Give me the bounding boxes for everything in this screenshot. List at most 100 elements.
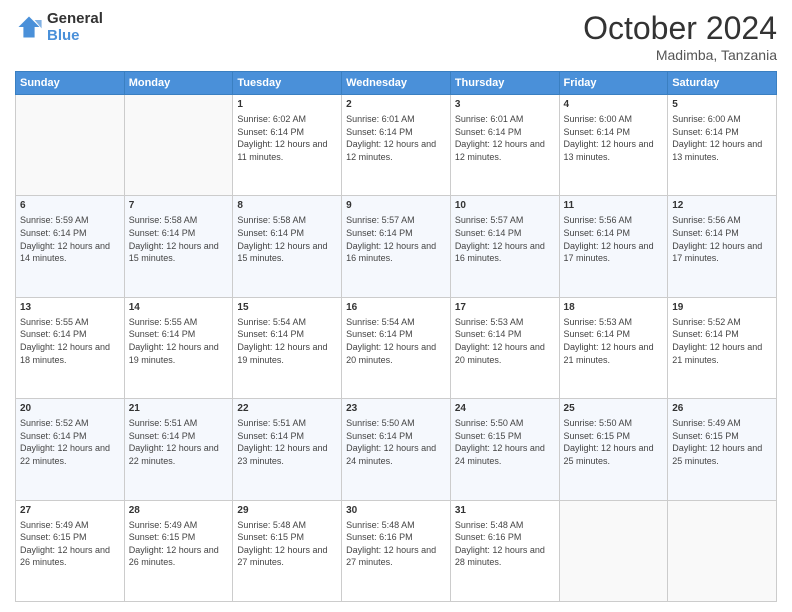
day-info: Sunrise: 5:49 AM <box>20 519 120 532</box>
day-info: Sunrise: 5:50 AM <box>346 417 446 430</box>
day-info: Sunrise: 5:52 AM <box>672 316 772 329</box>
calendar-cell: 4Sunrise: 6:00 AMSunset: 6:14 PMDaylight… <box>559 95 668 196</box>
calendar-cell: 8Sunrise: 5:58 AMSunset: 6:14 PMDaylight… <box>233 196 342 297</box>
calendar-header-sunday: Sunday <box>16 72 125 95</box>
day-info: Daylight: 12 hours and 13 minutes. <box>672 138 772 163</box>
calendar-cell: 30Sunrise: 5:48 AMSunset: 6:16 PMDayligh… <box>342 500 451 601</box>
calendar-cell: 25Sunrise: 5:50 AMSunset: 6:15 PMDayligh… <box>559 399 668 500</box>
day-info: Sunset: 6:14 PM <box>237 430 337 443</box>
day-number: 24 <box>455 402 555 416</box>
day-info: Sunset: 6:16 PM <box>346 531 446 544</box>
day-info: Sunset: 6:15 PM <box>129 531 229 544</box>
day-info: Sunrise: 5:53 AM <box>455 316 555 329</box>
day-info: Daylight: 12 hours and 26 minutes. <box>20 544 120 569</box>
calendar-cell: 17Sunrise: 5:53 AMSunset: 6:14 PMDayligh… <box>450 297 559 398</box>
calendar-cell: 23Sunrise: 5:50 AMSunset: 6:14 PMDayligh… <box>342 399 451 500</box>
calendar-cell: 31Sunrise: 5:48 AMSunset: 6:16 PMDayligh… <box>450 500 559 601</box>
calendar-cell: 22Sunrise: 5:51 AMSunset: 6:14 PMDayligh… <box>233 399 342 500</box>
day-number: 21 <box>129 402 229 416</box>
day-info: Sunset: 6:15 PM <box>237 531 337 544</box>
day-info: Daylight: 12 hours and 24 minutes. <box>346 442 446 467</box>
day-number: 13 <box>20 301 120 315</box>
day-info: Daylight: 12 hours and 23 minutes. <box>237 442 337 467</box>
calendar-cell: 18Sunrise: 5:53 AMSunset: 6:14 PMDayligh… <box>559 297 668 398</box>
location-subtitle: Madimba, Tanzania <box>583 47 777 63</box>
day-info: Sunset: 6:14 PM <box>455 328 555 341</box>
day-info: Sunset: 6:14 PM <box>672 328 772 341</box>
calendar-cell: 11Sunrise: 5:56 AMSunset: 6:14 PMDayligh… <box>559 196 668 297</box>
day-info: Sunset: 6:14 PM <box>237 227 337 240</box>
calendar-cell: 9Sunrise: 5:57 AMSunset: 6:14 PMDaylight… <box>342 196 451 297</box>
day-info: Sunset: 6:14 PM <box>237 328 337 341</box>
day-info: Sunset: 6:15 PM <box>564 430 664 443</box>
day-info: Sunset: 6:14 PM <box>564 227 664 240</box>
calendar-cell: 21Sunrise: 5:51 AMSunset: 6:14 PMDayligh… <box>124 399 233 500</box>
day-info: Sunset: 6:14 PM <box>237 126 337 139</box>
day-info: Daylight: 12 hours and 22 minutes. <box>129 442 229 467</box>
day-info: Sunrise: 6:01 AM <box>455 113 555 126</box>
day-number: 2 <box>346 98 446 112</box>
day-number: 16 <box>346 301 446 315</box>
day-info: Sunrise: 5:56 AM <box>564 214 664 227</box>
day-info: Daylight: 12 hours and 28 minutes. <box>455 544 555 569</box>
day-info: Sunset: 6:14 PM <box>129 328 229 341</box>
day-info: Sunset: 6:14 PM <box>564 126 664 139</box>
day-info: Daylight: 12 hours and 20 minutes. <box>455 341 555 366</box>
day-info: Sunset: 6:14 PM <box>129 430 229 443</box>
calendar-cell: 5Sunrise: 6:00 AMSunset: 6:14 PMDaylight… <box>668 95 777 196</box>
day-info: Sunrise: 5:48 AM <box>237 519 337 532</box>
calendar-cell: 3Sunrise: 6:01 AMSunset: 6:14 PMDaylight… <box>450 95 559 196</box>
calendar-cell: 19Sunrise: 5:52 AMSunset: 6:14 PMDayligh… <box>668 297 777 398</box>
day-info: Sunrise: 6:02 AM <box>237 113 337 126</box>
day-number: 17 <box>455 301 555 315</box>
day-number: 6 <box>20 199 120 213</box>
calendar-header-saturday: Saturday <box>668 72 777 95</box>
day-info: Daylight: 12 hours and 20 minutes. <box>346 341 446 366</box>
logo-text: General Blue <box>47 10 103 44</box>
day-number: 7 <box>129 199 229 213</box>
day-info: Sunset: 6:15 PM <box>20 531 120 544</box>
day-info: Daylight: 12 hours and 21 minutes. <box>672 341 772 366</box>
day-number: 25 <box>564 402 664 416</box>
day-number: 23 <box>346 402 446 416</box>
day-info: Daylight: 12 hours and 16 minutes. <box>346 240 446 265</box>
day-number: 22 <box>237 402 337 416</box>
calendar-cell: 15Sunrise: 5:54 AMSunset: 6:14 PMDayligh… <box>233 297 342 398</box>
calendar-header-wednesday: Wednesday <box>342 72 451 95</box>
calendar-cell: 29Sunrise: 5:48 AMSunset: 6:15 PMDayligh… <box>233 500 342 601</box>
day-info: Sunset: 6:14 PM <box>455 126 555 139</box>
day-number: 5 <box>672 98 772 112</box>
page: General Blue October 2024 Madimba, Tanza… <box>0 0 792 612</box>
day-info: Sunset: 6:14 PM <box>129 227 229 240</box>
day-info: Sunset: 6:14 PM <box>20 227 120 240</box>
calendar-header-monday: Monday <box>124 72 233 95</box>
day-info: Sunrise: 5:52 AM <box>20 417 120 430</box>
day-info: Sunrise: 6:00 AM <box>672 113 772 126</box>
day-info: Sunset: 6:16 PM <box>455 531 555 544</box>
day-info: Sunrise: 5:53 AM <box>564 316 664 329</box>
day-info: Sunset: 6:14 PM <box>672 227 772 240</box>
day-number: 18 <box>564 301 664 315</box>
day-info: Sunrise: 5:58 AM <box>129 214 229 227</box>
day-info: Sunrise: 6:01 AM <box>346 113 446 126</box>
header: General Blue October 2024 Madimba, Tanza… <box>15 10 777 63</box>
calendar-cell: 24Sunrise: 5:50 AMSunset: 6:15 PMDayligh… <box>450 399 559 500</box>
day-info: Sunrise: 5:57 AM <box>346 214 446 227</box>
day-number: 31 <box>455 504 555 518</box>
day-info: Sunset: 6:14 PM <box>346 227 446 240</box>
day-info: Daylight: 12 hours and 26 minutes. <box>129 544 229 569</box>
calendar-cell: 1Sunrise: 6:02 AMSunset: 6:14 PMDaylight… <box>233 95 342 196</box>
day-number: 29 <box>237 504 337 518</box>
calendar-cell: 12Sunrise: 5:56 AMSunset: 6:14 PMDayligh… <box>668 196 777 297</box>
day-info: Sunrise: 5:54 AM <box>346 316 446 329</box>
logo: General Blue <box>15 10 103 44</box>
calendar-cell: 10Sunrise: 5:57 AMSunset: 6:14 PMDayligh… <box>450 196 559 297</box>
day-number: 3 <box>455 98 555 112</box>
calendar-cell <box>16 95 125 196</box>
day-info: Sunrise: 5:49 AM <box>129 519 229 532</box>
day-info: Daylight: 12 hours and 19 minutes. <box>237 341 337 366</box>
day-info: Sunrise: 5:51 AM <box>237 417 337 430</box>
calendar-cell <box>124 95 233 196</box>
day-info: Sunrise: 5:48 AM <box>455 519 555 532</box>
day-info: Daylight: 12 hours and 24 minutes. <box>455 442 555 467</box>
